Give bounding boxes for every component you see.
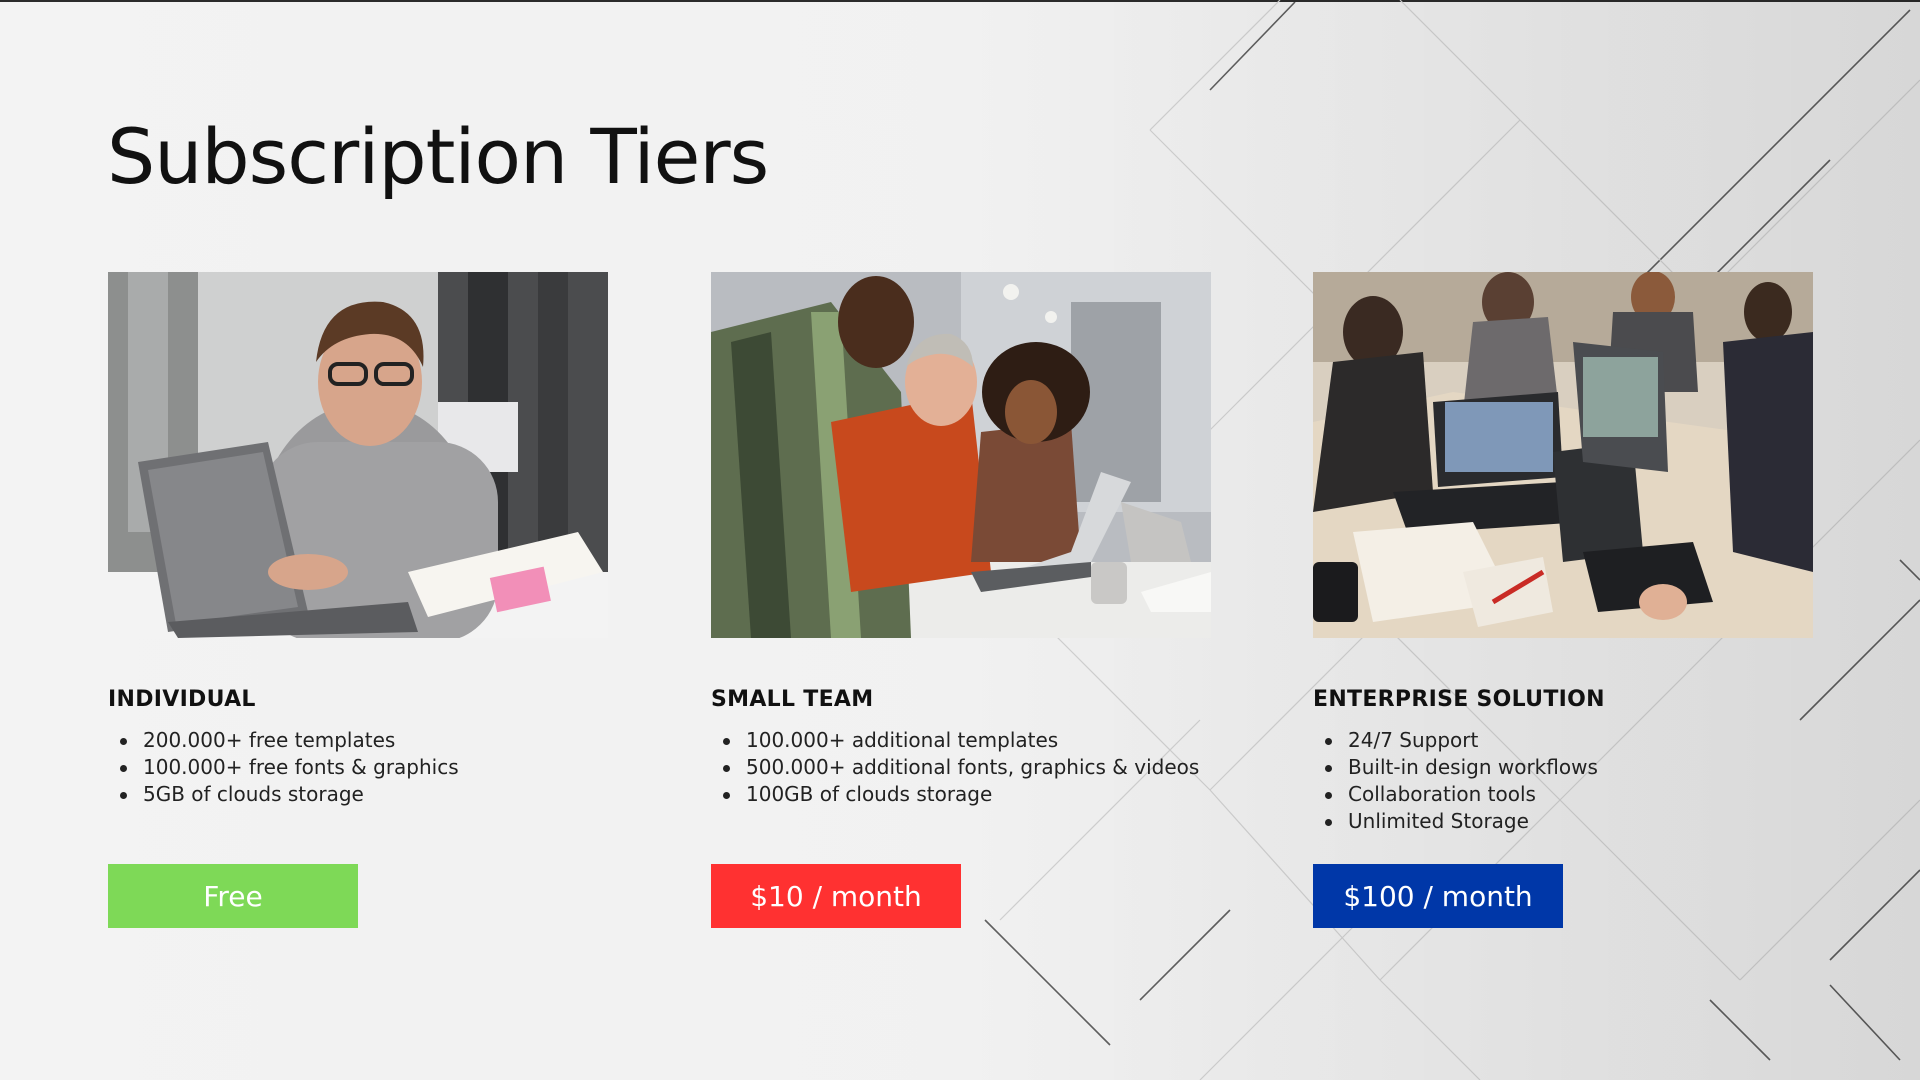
feature-item: 100.000+ additional templates bbox=[711, 727, 1211, 754]
feature-item: Built-in design workflows bbox=[1313, 754, 1813, 781]
feature-item: Unlimited Storage bbox=[1313, 808, 1813, 835]
tier-card-small-team: SMALL TEAM 100.000+ additional templates… bbox=[711, 272, 1211, 928]
photo-group-with-laptops bbox=[1313, 272, 1813, 638]
feature-item: 500.000+ additional fonts, graphics & vi… bbox=[711, 754, 1211, 781]
tier-name: SMALL TEAM bbox=[711, 687, 874, 712]
feature-list: 200.000+ free templates 100.000+ free fo… bbox=[108, 727, 608, 857]
feature-item: 5GB of clouds storage bbox=[108, 781, 608, 808]
feature-item: 24/7 Support bbox=[1313, 727, 1813, 754]
tier-name: ENTERPRISE SOLUTION bbox=[1313, 687, 1605, 712]
tier-card-individual: INDIVIDUAL 200.000+ free templates 100.0… bbox=[108, 272, 608, 928]
price-button-ten-month[interactable]: $10 / month bbox=[711, 864, 961, 928]
tier-name: INDIVIDUAL bbox=[108, 687, 256, 712]
feature-item: 200.000+ free templates bbox=[108, 727, 608, 754]
feature-list: 100.000+ additional templates 500.000+ a… bbox=[711, 727, 1211, 857]
photo-man-with-laptop bbox=[108, 272, 608, 638]
feature-item: Collaboration tools bbox=[1313, 781, 1813, 808]
feature-list: 24/7 Support Built-in design workflows C… bbox=[1313, 727, 1813, 857]
price-button-hundred-month[interactable]: $100 / month bbox=[1313, 864, 1563, 928]
tier-card-enterprise: ENTERPRISE SOLUTION 24/7 Support Built-i… bbox=[1313, 272, 1813, 928]
slide-title: Subscription Tiers bbox=[107, 112, 769, 201]
feature-item: 100GB of clouds storage bbox=[711, 781, 1211, 808]
price-button-free[interactable]: Free bbox=[108, 864, 358, 928]
slide: Subscription Tiers INDIVIDUAL 200.000+ f… bbox=[0, 0, 1920, 1080]
feature-item: 100.000+ free fonts & graphics bbox=[108, 754, 608, 781]
photo-team-at-laptop bbox=[711, 272, 1211, 638]
